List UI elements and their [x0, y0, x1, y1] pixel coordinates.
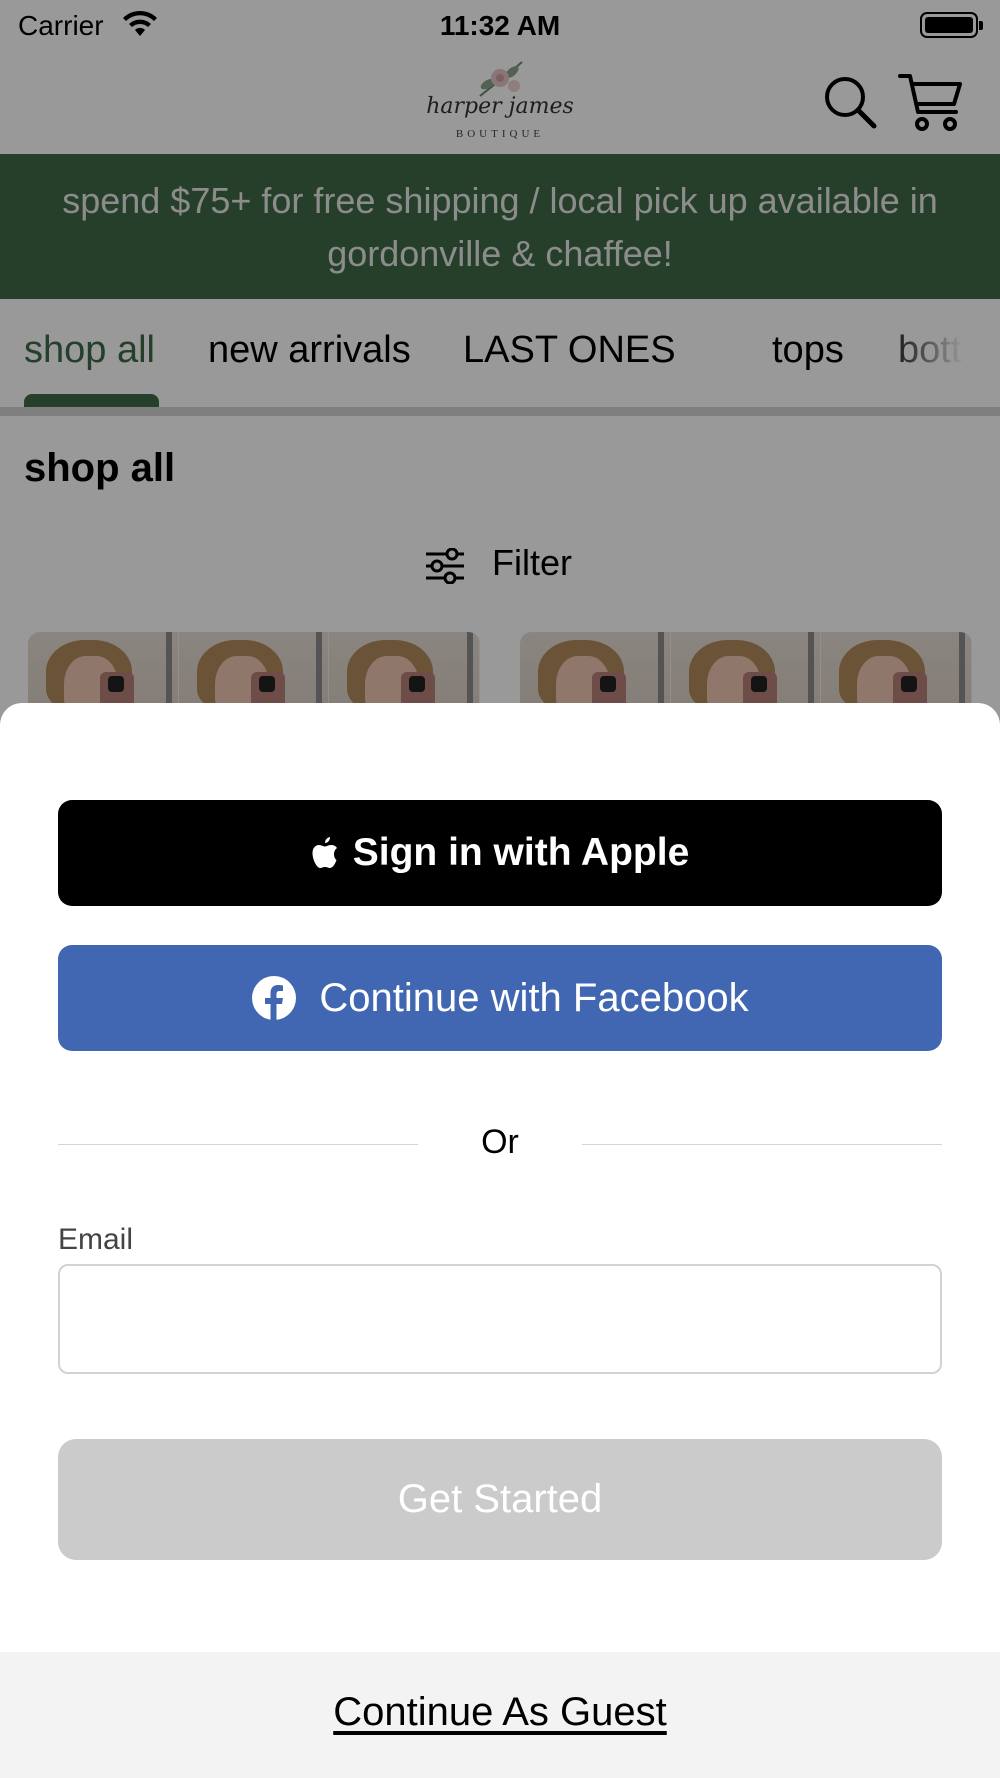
continue-as-guest-link[interactable]: Continue As Guest [0, 1690, 1000, 1735]
apple-icon [312, 837, 337, 868]
sign-in-with-apple-button[interactable]: Sign in with Apple [58, 800, 942, 906]
email-label: Email [58, 1223, 134, 1256]
apple-button-label: Sign in with Apple [352, 831, 690, 874]
guest-footer: Continue As Guest [0, 1652, 1000, 1778]
continue-with-facebook-button[interactable]: Continue with Facebook [58, 945, 942, 1051]
facebook-icon [252, 976, 297, 1021]
get-started-label: Get Started [397, 1477, 603, 1521]
or-label: Or [481, 1123, 519, 1161]
get-started-button[interactable]: Get Started [58, 1439, 942, 1560]
or-divider: Or [58, 1115, 942, 1175]
facebook-button-label: Continue with Facebook [319, 975, 749, 1020]
sign-in-sheet: Sign in with Apple Continue with Faceboo… [0, 703, 1000, 1778]
email-field[interactable] [58, 1264, 942, 1374]
divider-line [582, 1144, 942, 1145]
